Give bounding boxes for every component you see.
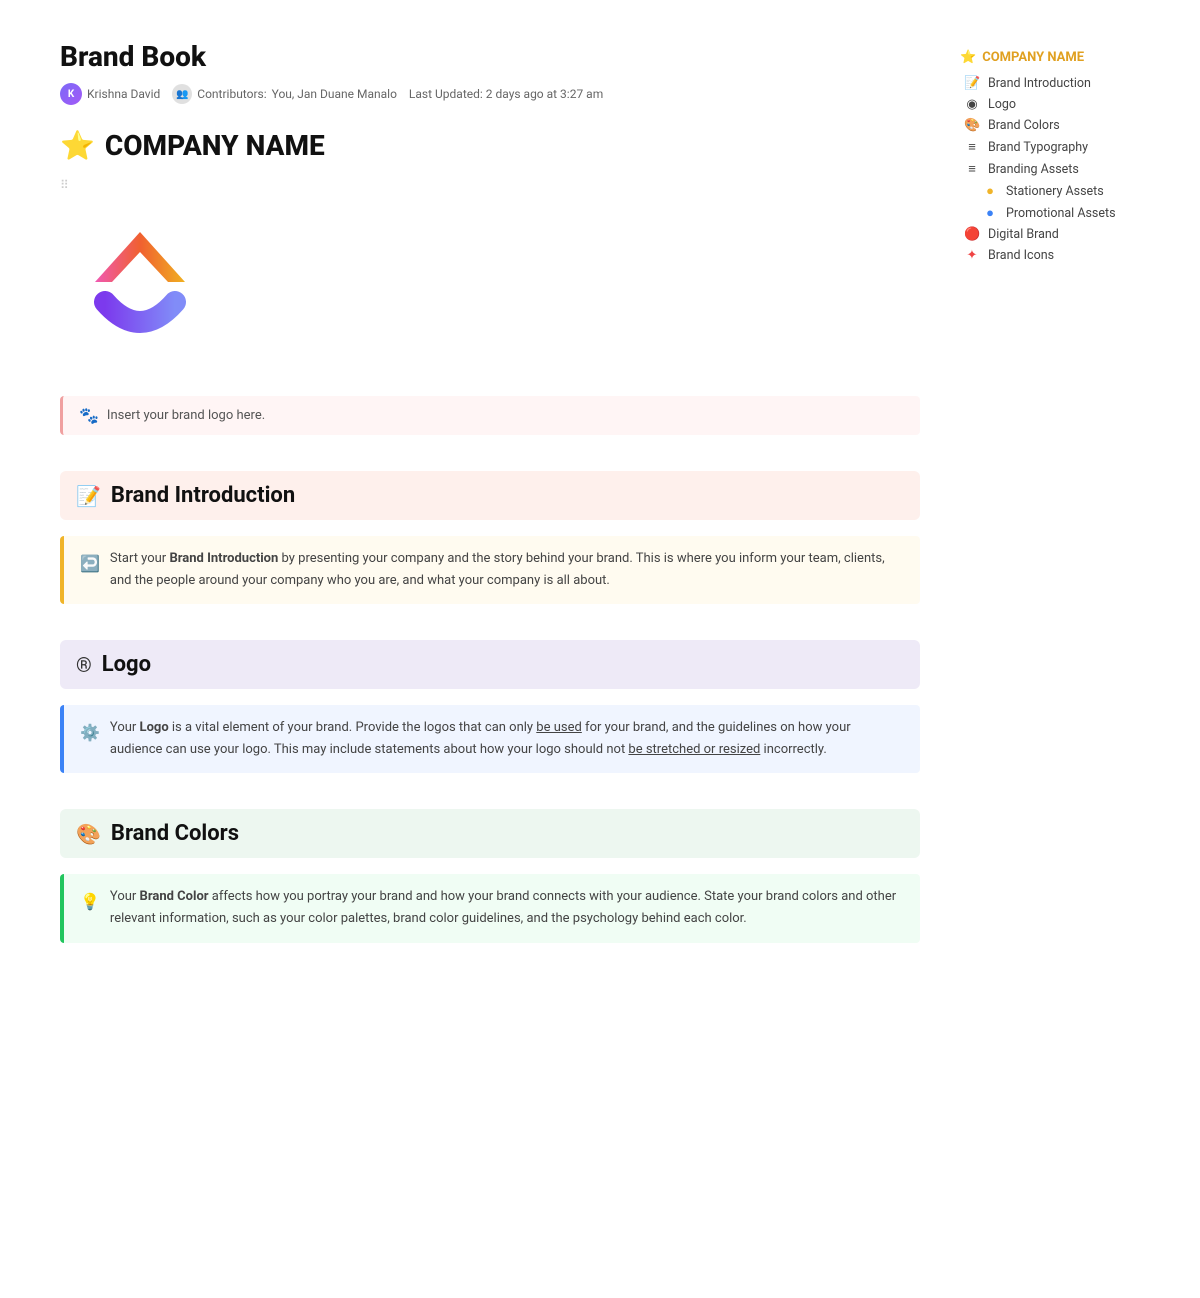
page-title: Brand Book — [60, 40, 920, 73]
insert-logo-text: Insert your brand logo here. — [107, 408, 265, 423]
logo-callout-icon: ⚙️ — [80, 719, 100, 761]
sidebar-item-brand-introduction[interactable]: 📝 Brand Introduction — [960, 73, 1160, 94]
sidebar-item-stationery[interactable]: ● Stationery Assets — [960, 180, 1160, 202]
drag-handle[interactable]: ⠿ — [60, 178, 920, 192]
logo-callout-text: Your Logo is a vital element of your bra… — [110, 717, 904, 761]
sidebar: ⭐ COMPANY NAME 📝 Brand Introduction ◉ Lo… — [960, 40, 1160, 979]
sidebar-brand-intro-icon: 📝 — [964, 76, 980, 91]
meta-row: K Krishna David 👥 Contributors: You, Jan… — [60, 83, 920, 105]
brand-introduction-callout: ↩️ Start your Brand Introduction by pres… — [60, 536, 920, 604]
brand-colors-icon: 🎨 — [76, 822, 101, 846]
sidebar-top-icon: ⭐ — [960, 50, 976, 65]
sidebar-logo-label: Logo — [988, 97, 1016, 112]
avatar: K — [60, 83, 82, 105]
sidebar-brand-icons-label: Brand Icons — [988, 248, 1054, 263]
brand-colors-title: Brand Colors — [111, 821, 239, 846]
sidebar-item-logo[interactable]: ◉ Logo — [960, 94, 1160, 115]
last-updated: Last Updated: 2 days ago at 3:27 am — [409, 87, 603, 101]
sidebar-branding-assets-label: Branding Assets — [988, 162, 1079, 177]
sidebar-stationery-label: Stationery Assets — [1006, 184, 1104, 199]
sidebar-item-brand-icons[interactable]: ✦ Brand Icons — [960, 245, 1160, 266]
sidebar-item-branding-assets[interactable]: ≡ Branding Assets — [960, 158, 1160, 180]
sidebar-item-brand-colors[interactable]: 🎨 Brand Colors — [960, 115, 1160, 136]
brand-introduction-icon: 📝 — [76, 484, 101, 508]
sidebar-digital-brand-label: Digital Brand — [988, 227, 1059, 242]
brand-colors-callout-text: Your Brand Color affects how you portray… — [110, 886, 904, 930]
sidebar-top-item[interactable]: ⭐ COMPANY NAME — [960, 50, 1160, 65]
introduction-callout-text: Start your Brand Introduction by present… — [110, 548, 904, 592]
logo-icon: ® — [76, 653, 92, 677]
sidebar-brand-intro-label: Brand Introduction — [988, 76, 1091, 91]
callout-emoji: 🐾 — [79, 406, 99, 425]
brand-introduction-header: 📝 Brand Introduction — [60, 471, 920, 520]
logo-image — [60, 202, 920, 366]
sidebar-promotional-label: Promotional Assets — [1006, 206, 1116, 221]
author-name: Krishna David — [87, 87, 160, 101]
sidebar-item-digital-brand[interactable]: 🔴 Digital Brand — [960, 224, 1160, 245]
sidebar-promotional-icon: ● — [982, 205, 998, 221]
sidebar-brand-typography-label: Brand Typography — [988, 140, 1088, 155]
sidebar-item-brand-typography[interactable]: ≡ Brand Typography — [960, 136, 1160, 158]
sidebar-stationery-icon: ● — [982, 183, 998, 199]
sidebar-digital-brand-icon: 🔴 — [964, 227, 980, 242]
star-icon: ⭐ — [60, 129, 95, 162]
insert-logo-callout: 🐾 Insert your brand logo here. — [60, 396, 920, 435]
sidebar-logo-icon: ◉ — [964, 97, 980, 112]
logo-header: ® Logo — [60, 640, 920, 689]
sidebar-brand-typography-icon: ≡ — [964, 139, 980, 155]
sidebar-item-promotional[interactable]: ● Promotional Assets — [960, 202, 1160, 224]
author-meta: K Krishna David — [60, 83, 160, 105]
introduction-callout-icon: ↩️ — [80, 550, 100, 592]
brand-colors-callout: 💡 Your Brand Color affects how you portr… — [60, 874, 920, 942]
contributors-label: Contributors: — [197, 87, 266, 101]
sidebar-top-label: COMPANY NAME — [982, 50, 1084, 65]
sidebar-brand-icons-icon: ✦ — [964, 248, 980, 263]
contributors-names: You, Jan Duane Manalo — [272, 87, 397, 101]
logo-title: Logo — [102, 652, 151, 677]
brand-colors-callout-icon: 💡 — [80, 888, 100, 930]
contributors-icon: 👥 — [172, 84, 192, 104]
brand-introduction-title: Brand Introduction — [111, 483, 295, 508]
sidebar-brand-colors-label: Brand Colors — [988, 118, 1060, 133]
company-name-heading: COMPANY NAME — [105, 129, 325, 162]
contributors-meta: 👥 Contributors: You, Jan Duane Manalo — [172, 84, 397, 104]
sidebar-brand-colors-icon: 🎨 — [964, 118, 980, 133]
company-name-section: ⭐ COMPANY NAME — [60, 129, 920, 162]
sidebar-branding-assets-icon: ≡ — [964, 161, 980, 177]
brand-colors-header: 🎨 Brand Colors — [60, 809, 920, 858]
logo-callout: ⚙️ Your Logo is a vital element of your … — [60, 705, 920, 773]
